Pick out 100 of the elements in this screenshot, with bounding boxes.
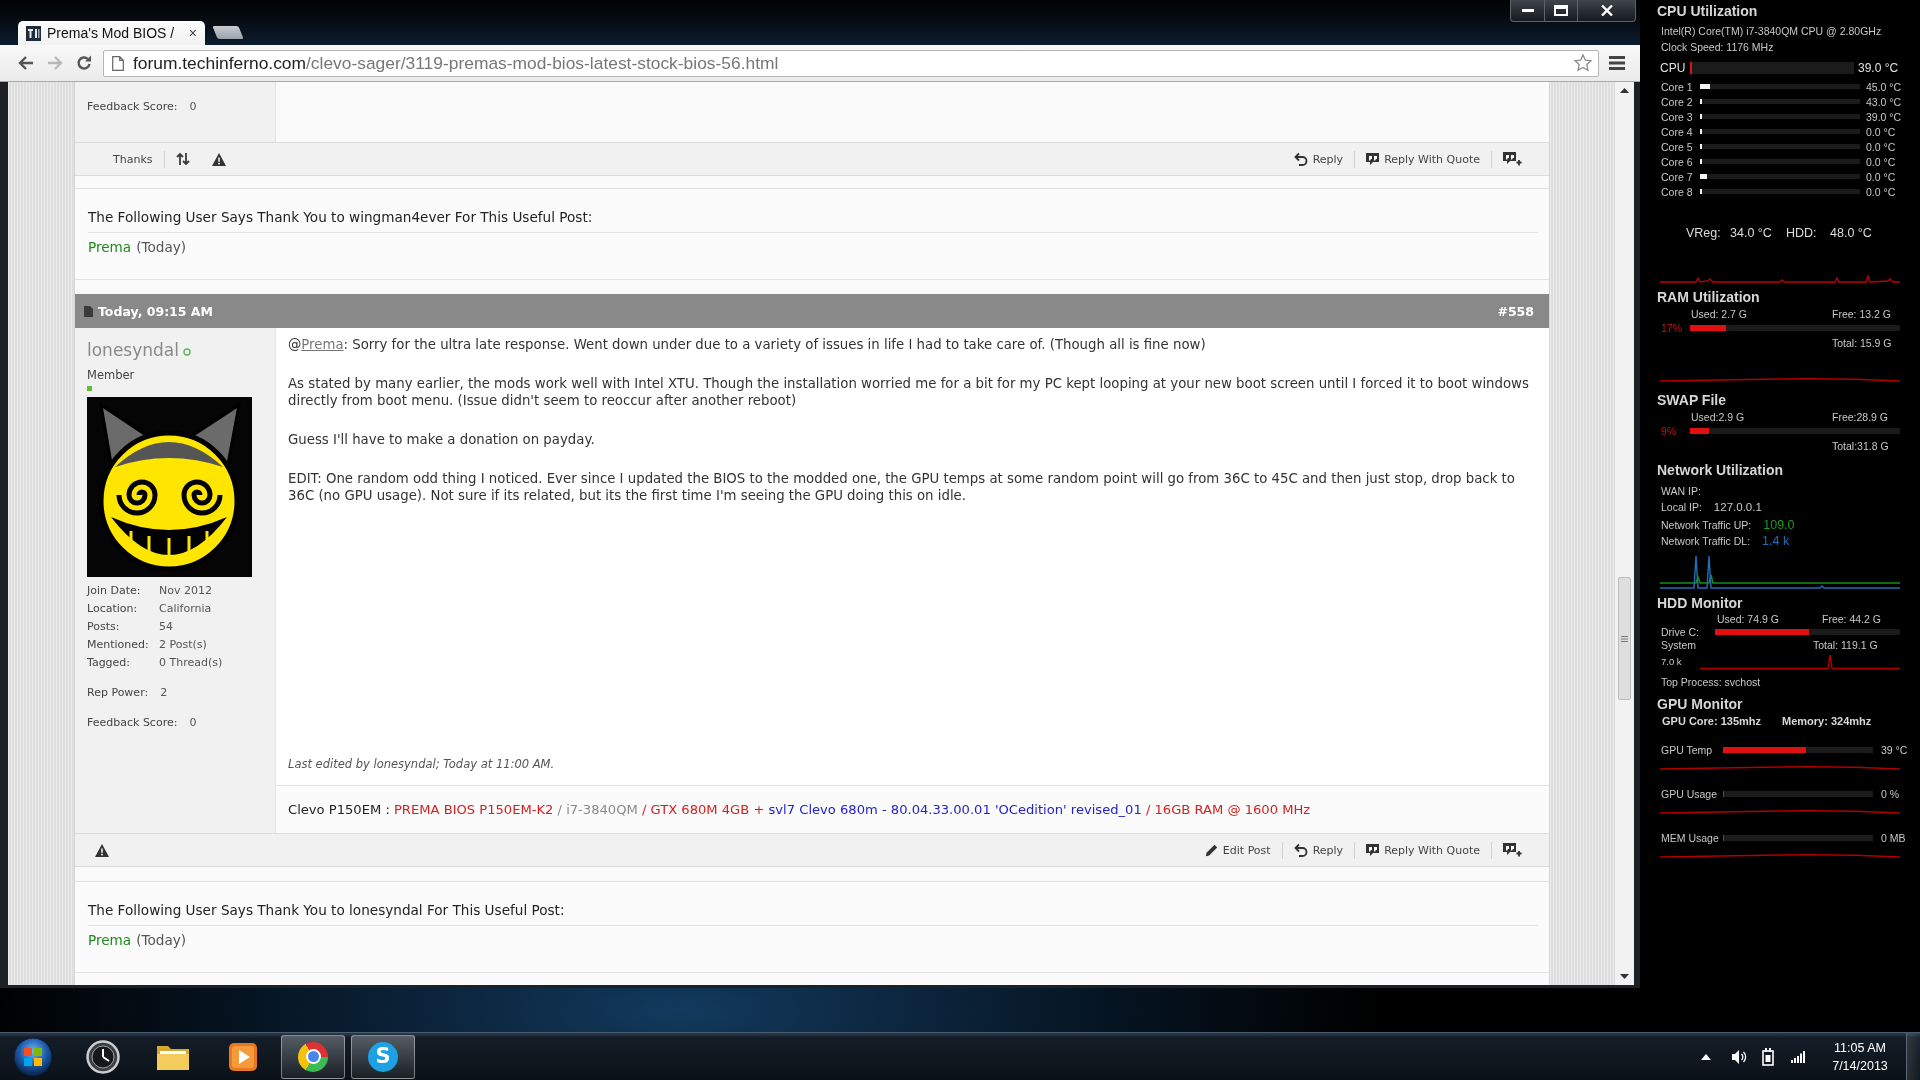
panel-title: Network Utilization xyxy=(1657,461,1783,479)
meter-reading: 39 °C xyxy=(1881,744,1908,756)
start-button[interactable] xyxy=(13,1036,53,1077)
minimize-button[interactable] xyxy=(1510,0,1545,22)
meter-reading: 45.0 °C xyxy=(1866,80,1902,93)
post-paragraph: @Prema: Sorry for the ultra late response. Went down under due to a variety of issues in life I had to take care of. (Though all is fine now) xyxy=(288,336,1207,353)
reply-arrow-icon xyxy=(1293,152,1308,166)
post-paragraph: EDIT: One random odd thing I noticed. Ever since I updated the BIOS to the modded one, the GPU temps at some random point will go from 36C to 45C and then just stop, drop back to 36C (no GPU usage). Not sure if its related, but its the first time I'm seeing the GPU doing this on idle. xyxy=(288,470,1516,504)
start-orb-icon xyxy=(13,1036,53,1077)
reply-with-quote-link[interactable]: Reply With Quote xyxy=(1355,843,1491,857)
quote-bubble-icon xyxy=(1366,153,1380,165)
reputation-pip-icon xyxy=(87,386,92,391)
tricolor-circle-icon xyxy=(298,1041,328,1072)
clock-icon xyxy=(86,1039,120,1074)
clock-speed-text: Clock Speed: 1176 MHz xyxy=(1661,40,1774,55)
field-value: California xyxy=(159,601,212,615)
top-process-text: Top Process: svchost xyxy=(1661,675,1761,690)
close-icon xyxy=(1600,5,1613,16)
free-amount: Free: 44.2 G xyxy=(1822,612,1881,625)
panel-title: CPU Utilization xyxy=(1657,2,1758,20)
meter-reading: 39.0 °C xyxy=(1866,110,1902,123)
app-letter-logo: S xyxy=(368,1041,398,1072)
thanked-user-link[interactable]: Prema xyxy=(88,931,132,949)
network-value: 109.0 xyxy=(1763,518,1795,532)
panel-title: HDD Monitor xyxy=(1657,594,1743,612)
reply-with-quote-link[interactable]: Reply With Quote xyxy=(1355,152,1491,166)
meter-label: Core 1 xyxy=(1661,80,1694,93)
reply-link[interactable]: Reply xyxy=(1282,843,1355,857)
reload-icon[interactable] xyxy=(76,55,92,71)
field-value: 0 xyxy=(189,715,197,729)
show-hidden-icons-icon[interactable] xyxy=(1701,1053,1711,1060)
panel-title: SWAP File xyxy=(1657,391,1726,409)
used-amount: Used: 2.7 G xyxy=(1691,308,1749,320)
thanked-user-link[interactable]: Prema xyxy=(88,238,132,256)
close-button[interactable] xyxy=(1578,0,1636,22)
meter-reading: 0.0 °C xyxy=(1866,140,1896,153)
play-tile-icon xyxy=(229,1042,257,1071)
quote-plus-icon[interactable] xyxy=(1503,152,1522,166)
post-number-link[interactable]: #558 xyxy=(1497,303,1534,319)
grip-icon xyxy=(1621,635,1628,642)
taskbar-time[interactable]: 11:05 AM xyxy=(1834,1038,1886,1057)
up-down-arrows-icon[interactable] xyxy=(175,152,190,166)
scrollbar[interactable] xyxy=(1614,82,1634,985)
post-paragraph: As stated by many earlier, the mods work well with Intel XTU. Though the installation worried me for a bit for my PC kept looping at your new boot screen until I forced it to boot windows directly from boot menu. (Issue didn't seem to reoccur after another reboot) xyxy=(288,375,1530,409)
meter-label: Core 2 xyxy=(1661,95,1694,108)
field-label: Location: xyxy=(87,601,139,615)
meter-label: Core 6 xyxy=(1661,155,1694,168)
warning-icon[interactable] xyxy=(211,152,226,166)
thanks-link[interactable]: Thanks xyxy=(102,152,164,166)
page-icon xyxy=(112,55,124,71)
site-favicon-icon xyxy=(26,25,41,41)
maximize-button[interactable] xyxy=(1545,0,1578,22)
browser-tab[interactable]: Prema's Mod BIOS / × xyxy=(18,21,205,45)
maximize-icon xyxy=(1554,5,1568,16)
address-field[interactable]: forum.techinferno.com/clevo-sager/3119-premas-mod-bios-latest-stock-bios-56.html xyxy=(103,49,1599,77)
used-amount: Used:2.9 G xyxy=(1691,411,1746,423)
sensor-label: HDD: xyxy=(1786,226,1818,240)
field-value: 2 Post(s) xyxy=(159,637,207,651)
field-value: 54 xyxy=(159,619,173,633)
quote-bubble-icon xyxy=(1366,844,1380,856)
pencil-icon xyxy=(1204,843,1218,857)
speaker-icon[interactable] xyxy=(1731,1048,1747,1065)
used-amount: Used: 74.9 G xyxy=(1717,612,1780,625)
power-plug-icon[interactable] xyxy=(1762,1047,1774,1066)
taskbar-date[interactable]: 7/14/2013 xyxy=(1832,1056,1888,1075)
document-icon xyxy=(84,305,93,317)
post-date: Today, 09:15 AM xyxy=(98,303,213,319)
scroll-down-icon[interactable] xyxy=(1620,974,1629,979)
menu-icon[interactable] xyxy=(1609,56,1625,70)
reply-link[interactable]: Reply xyxy=(1282,152,1355,166)
network-label: Network Traffic DL: xyxy=(1661,535,1751,547)
taskbar-button[interactable] xyxy=(281,1034,345,1079)
meter-label: Core 7 xyxy=(1661,170,1694,183)
free-amount: Free:28.9 G xyxy=(1832,411,1889,423)
meter-label: GPU Usage xyxy=(1661,788,1719,800)
signal-bars-icon[interactable] xyxy=(1791,1050,1805,1063)
gpu-clock-text: Memory: 324mhz xyxy=(1782,715,1872,727)
show-desktop-button[interactable] xyxy=(1906,1033,1920,1080)
tab-close-button[interactable]: × xyxy=(188,26,197,40)
mention-link[interactable]: Prema xyxy=(301,337,344,352)
warning-icon[interactable] xyxy=(95,843,109,857)
network-value: 1.4 k xyxy=(1762,534,1790,548)
scrollbar-thumb[interactable] xyxy=(1618,577,1631,700)
reply-arrow-icon xyxy=(1293,843,1308,857)
meter-reading: 0.0 °C xyxy=(1866,170,1896,183)
quote-plus-icon[interactable] xyxy=(1503,843,1522,857)
user-rank: Member xyxy=(87,367,135,383)
field-value: 2 xyxy=(160,685,168,699)
star-icon[interactable] xyxy=(1574,54,1592,72)
thanks-date: (Today) xyxy=(136,238,187,256)
field-label: Rep Power: xyxy=(87,685,149,699)
total-amount: Total:31.8 G xyxy=(1832,440,1889,452)
meter-label: GPU Temp xyxy=(1661,744,1714,756)
scroll-up-icon[interactable] xyxy=(1620,88,1629,93)
field-value: 0 Thread(s) xyxy=(159,655,223,669)
back-arrow-icon[interactable] xyxy=(18,56,34,70)
edit-post-link[interactable]: Edit Post xyxy=(1193,843,1282,857)
field-label: Join Date: xyxy=(87,583,142,597)
new-tab-button[interactable] xyxy=(212,26,244,39)
gpu-clock-text: GPU Core: 135mhz xyxy=(1662,715,1763,727)
